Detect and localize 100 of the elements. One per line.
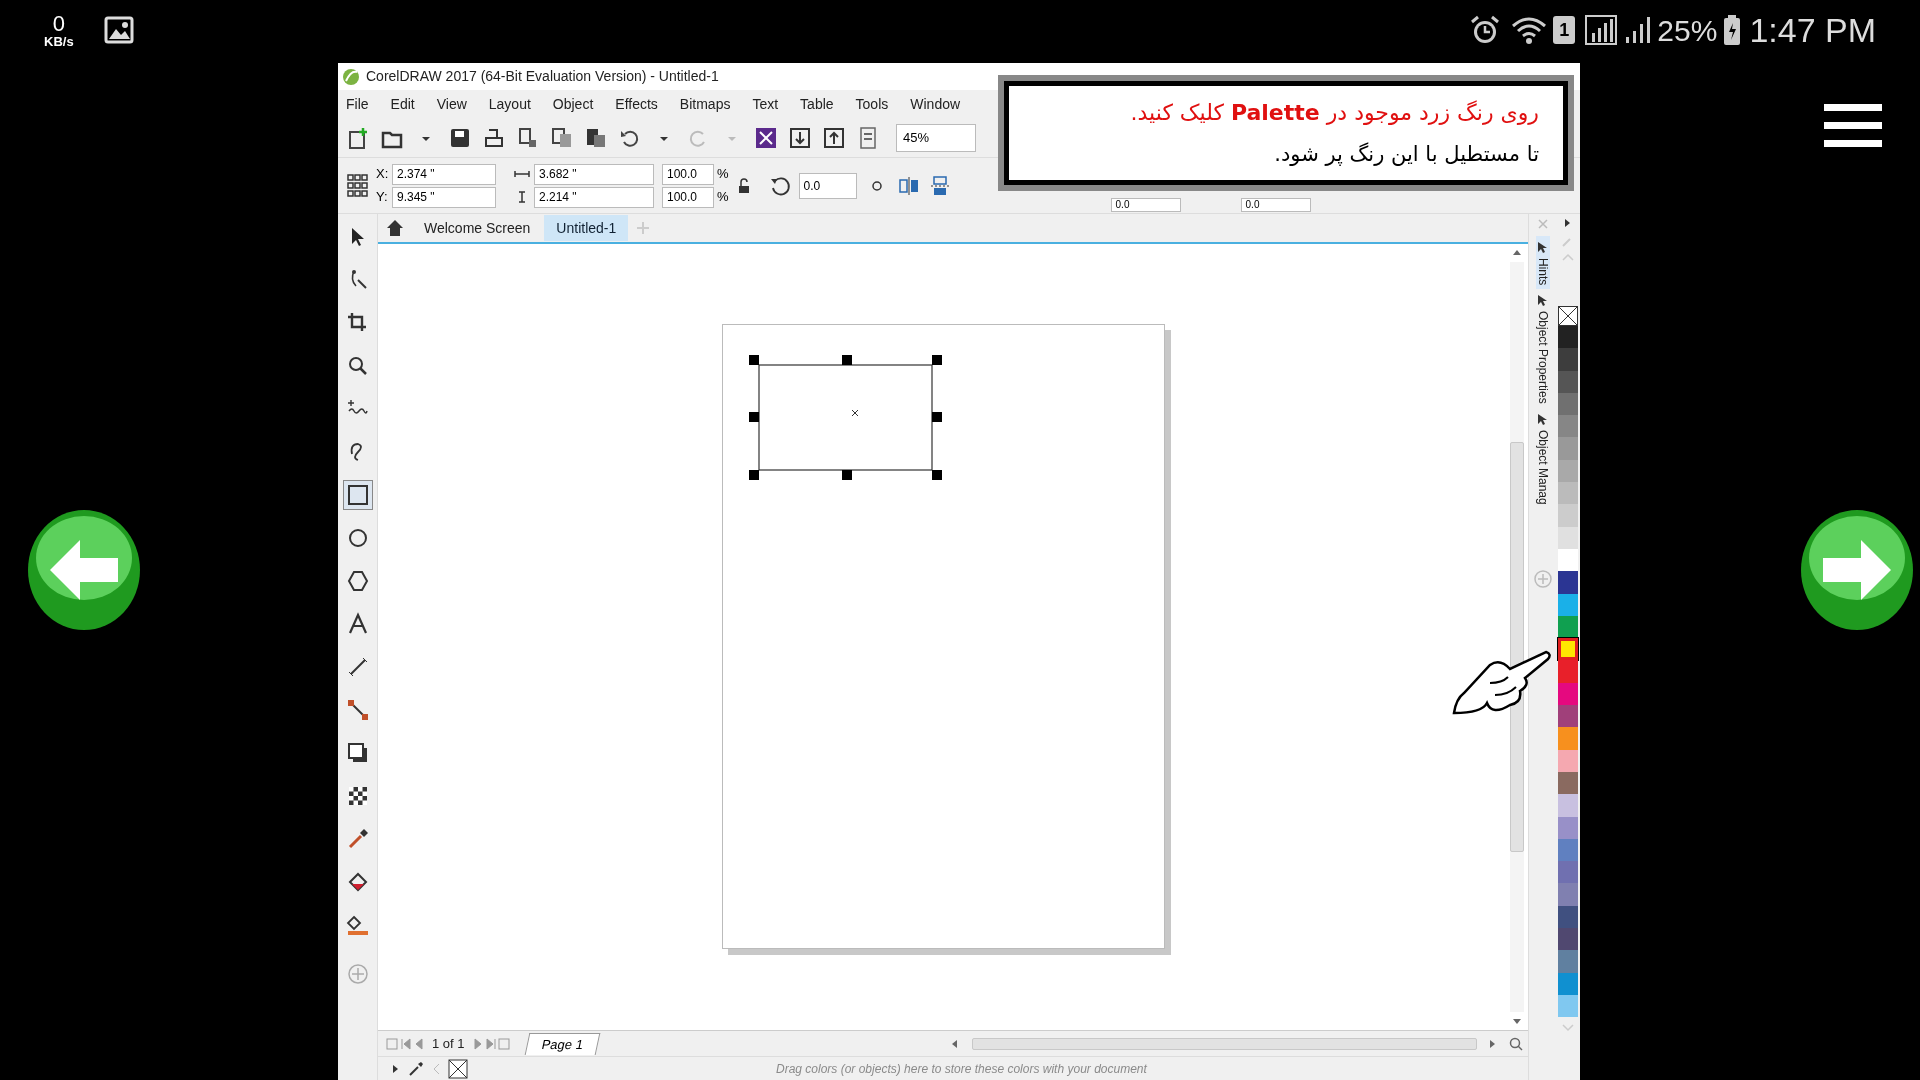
color-swatch[interactable] (1558, 548, 1578, 572)
color-swatch[interactable] (1558, 660, 1578, 683)
no-color-swatch-icon[interactable] (1558, 306, 1578, 326)
x-position-field[interactable]: 2.374 " (392, 163, 496, 185)
zoom-icon[interactable] (1508, 1036, 1523, 1051)
lock-icon[interactable] (736, 177, 751, 194)
color-swatch[interactable] (1558, 459, 1578, 483)
menu-icon[interactable] (1824, 102, 1882, 150)
color-swatch[interactable] (1558, 883, 1578, 906)
connector-icon (345, 698, 370, 722)
height-field[interactable]: 2.214 " (534, 186, 654, 208)
width-field[interactable]: 3.682 " (534, 163, 654, 185)
color-swatch[interactable] (1558, 415, 1578, 438)
color-swatch[interactable] (1558, 370, 1578, 393)
scale-x-field[interactable]: 100.0 (662, 163, 714, 185)
menu-item[interactable]: View (436, 93, 467, 115)
color-swatch[interactable] (1558, 749, 1578, 772)
percent-sign: % (717, 188, 729, 207)
color-swatch[interactable] (1558, 437, 1578, 460)
fill-icon (345, 913, 370, 937)
color-swatch[interactable] (1558, 593, 1578, 616)
color-swatch[interactable] (1558, 326, 1578, 349)
upload-box-icon[interactable] (822, 125, 846, 150)
color-swatch[interactable] (1558, 482, 1578, 505)
app-logo-icon (342, 67, 360, 86)
document-tab[interactable]: Welcome Screen (412, 215, 543, 241)
page-counter: 1 of 1 (432, 1034, 465, 1053)
rotation-field[interactable]: 0.0 (798, 172, 857, 199)
scroll-right-icon[interactable] (1488, 1038, 1497, 1049)
no-color-swatch-icon[interactable] (448, 1058, 468, 1079)
color-swatch[interactable] (1558, 994, 1578, 1018)
instruction-text: تا مستطیل با این رنگ پر شود. (1273, 140, 1539, 168)
forward-arrow-button[interactable] (1799, 508, 1915, 632)
network-speed-value: 0 (52, 12, 65, 35)
scale-y-field[interactable]: 100.0 (662, 186, 714, 208)
wifi-icon (1511, 15, 1548, 45)
color-swatch[interactable] (1558, 905, 1578, 928)
color-swatch[interactable] (1558, 928, 1578, 951)
clock-time: 1:47 PM (1749, 9, 1876, 51)
object-origin-icon (346, 172, 368, 199)
width-icon (514, 168, 530, 180)
docker-tab[interactable]: Object Manag (1536, 430, 1549, 505)
color-swatch[interactable] (1558, 816, 1578, 839)
palette-scroll-right-icon[interactable] (1564, 218, 1572, 228)
color-swatch[interactable] (1558, 838, 1578, 862)
menu-item[interactable]: Tools (855, 93, 889, 115)
zoom-level-field[interactable]: 45% (896, 123, 976, 152)
signal-bars-icon (1625, 15, 1652, 45)
color-swatch[interactable] (1558, 348, 1578, 371)
field-label: X: (376, 165, 390, 184)
drop-shadow-icon (345, 741, 370, 765)
menu-item[interactable]: File (346, 93, 369, 115)
color-swatch[interactable] (1558, 504, 1578, 527)
color-swatch[interactable] (1558, 794, 1578, 817)
eyedropper-icon[interactable] (408, 1060, 424, 1077)
color-swatch[interactable] (1558, 771, 1578, 795)
back-arrow-button[interactable] (26, 508, 142, 632)
mirror-horizontal-icon[interactable] (896, 174, 921, 197)
color-swatch[interactable] (1558, 392, 1578, 416)
menu-item[interactable]: Edit (390, 93, 415, 115)
menu-item[interactable]: Bitmaps (679, 93, 731, 115)
horizontal-scrollbar-thumb[interactable] (971, 1037, 1477, 1050)
menu-item[interactable]: Table (800, 93, 834, 115)
percent-sign: % (717, 165, 729, 184)
page-tab[interactable]: Page 1 (524, 1032, 601, 1055)
first-page-icon[interactable] (386, 1036, 426, 1051)
rectangle-icon (345, 483, 370, 507)
outline-width-field[interactable]: 0.0 (1240, 198, 1311, 212)
menu-item[interactable]: Layout (488, 93, 531, 115)
y-position-field[interactable]: 9.345 " (392, 186, 496, 208)
color-swatch[interactable] (1558, 526, 1578, 549)
color-swatch[interactable] (1558, 950, 1578, 973)
color-swatch[interactable] (1558, 638, 1578, 661)
alarm-icon (1469, 14, 1502, 46)
color-swatch[interactable] (1558, 727, 1578, 750)
copy-icon[interactable] (550, 125, 574, 150)
color-swatch[interactable] (1558, 682, 1578, 706)
document-tab[interactable]: Untitled-1 (544, 215, 629, 241)
menu-item[interactable]: Text (752, 93, 779, 115)
new-document-icon[interactable] (346, 125, 370, 150)
color-swatch[interactable] (1558, 861, 1578, 884)
rectangle-tool-button[interactable] (342, 480, 373, 510)
color-swatch[interactable] (1558, 972, 1578, 995)
expand-arrow-icon[interactable] (392, 1063, 400, 1074)
scroll-down-icon[interactable] (1512, 1018, 1522, 1026)
download-box-icon[interactable] (788, 125, 812, 150)
color-swatch[interactable] (1558, 705, 1578, 728)
menu-item[interactable]: Effects (615, 93, 658, 115)
image-icon (103, 16, 134, 44)
signal-icon (1585, 15, 1618, 45)
menu-item[interactable]: Object (552, 93, 594, 115)
color-swatch[interactable] (1558, 571, 1578, 594)
sim-slot-badge: 1 (1553, 16, 1576, 44)
vertical-scrollbar-thumb[interactable] (1510, 442, 1524, 852)
docker-tab[interactable]: Object Properties (1536, 311, 1549, 405)
field-label: Y: (376, 188, 389, 207)
outline-width-field[interactable]: 0.0 (1110, 198, 1181, 212)
polygon-icon (345, 569, 370, 593)
menu-item[interactable]: Window (910, 93, 961, 115)
scroll-up-icon[interactable] (1512, 248, 1522, 256)
